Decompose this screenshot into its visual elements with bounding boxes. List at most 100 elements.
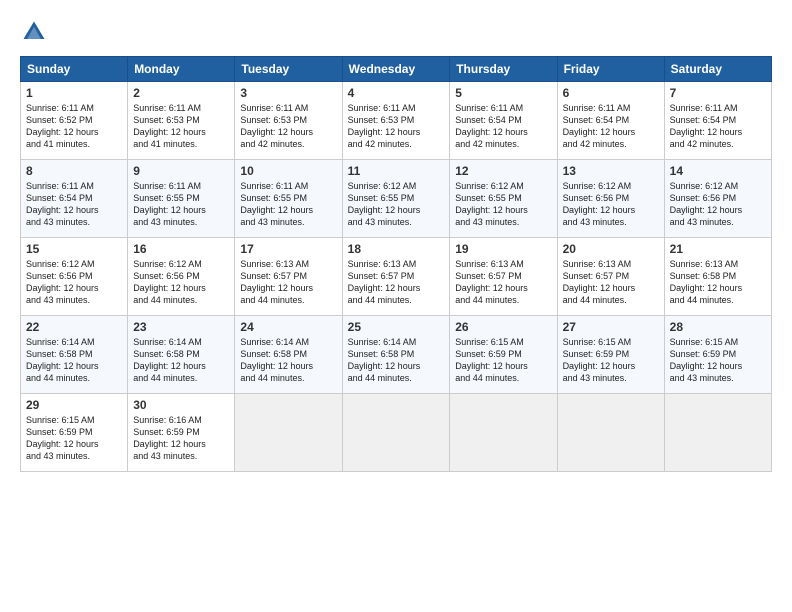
day-number: 22: [26, 320, 122, 334]
day-number: 8: [26, 164, 122, 178]
day-info: Sunrise: 6:11 AMSunset: 6:54 PMDaylight:…: [455, 102, 551, 151]
day-info: Sunrise: 6:13 AMSunset: 6:57 PMDaylight:…: [348, 258, 445, 307]
calendar-week-5: 29Sunrise: 6:15 AMSunset: 6:59 PMDayligh…: [21, 394, 772, 472]
calendar-cell: 27 Sunrise: 6:15 AMSunset: 6:59 PMDayligh…: [557, 316, 664, 394]
calendar-cell: 2 Sunrise: 6:11 AMSunset: 6:53 PMDaylight…: [128, 82, 235, 160]
day-number: 24: [240, 320, 336, 334]
day-number: 12: [455, 164, 551, 178]
calendar-cell: 30Sunrise: 6:16 AMSunset: 6:59 PMDayligh…: [128, 394, 235, 472]
day-info: Sunrise: 6:15 AMSunset: 6:59 PMDaylight:…: [455, 336, 551, 385]
day-number: 17: [240, 242, 336, 256]
day-number: 21: [670, 242, 766, 256]
day-number: 11: [348, 164, 445, 178]
calendar-cell: [235, 394, 342, 472]
calendar-cell: 10 Sunrise: 6:11 AMSunset: 6:55 PMDayligh…: [235, 160, 342, 238]
day-info: Sunrise: 6:14 AMSunset: 6:58 PMDaylight:…: [26, 336, 122, 385]
day-number: 7: [670, 86, 766, 100]
calendar-cell: 24 Sunrise: 6:14 AMSunset: 6:58 PMDayligh…: [235, 316, 342, 394]
day-header-saturday: Saturday: [664, 57, 771, 82]
day-number: 25: [348, 320, 445, 334]
day-info: Sunrise: 6:14 AMSunset: 6:58 PMDaylight:…: [240, 336, 336, 385]
header: [20, 18, 772, 46]
day-info: Sunrise: 6:13 AMSunset: 6:58 PMDaylight:…: [670, 258, 766, 307]
calendar-cell: 7 Sunrise: 6:11 AMSunset: 6:54 PMDaylight…: [664, 82, 771, 160]
calendar-cell: 12 Sunrise: 6:12 AMSunset: 6:55 PMDayligh…: [450, 160, 557, 238]
day-number: 5: [455, 86, 551, 100]
day-header-monday: Monday: [128, 57, 235, 82]
day-info: Sunrise: 6:12 AMSunset: 6:56 PMDaylight:…: [26, 258, 122, 307]
day-header-tuesday: Tuesday: [235, 57, 342, 82]
day-info: Sunrise: 6:12 AMSunset: 6:56 PMDaylight:…: [670, 180, 766, 229]
calendar-cell: [342, 394, 450, 472]
day-info: Sunrise: 6:12 AMSunset: 6:56 PMDaylight:…: [133, 258, 229, 307]
calendar-cell: 19Sunrise: 6:13 AMSunset: 6:57 PMDayligh…: [450, 238, 557, 316]
day-info: Sunrise: 6:11 AMSunset: 6:52 PMDaylight:…: [26, 102, 122, 151]
day-number: 13: [563, 164, 659, 178]
day-number: 23: [133, 320, 229, 334]
day-info: Sunrise: 6:11 AMSunset: 6:53 PMDaylight:…: [133, 102, 229, 151]
page: SundayMondayTuesdayWednesdayThursdayFrid…: [0, 0, 792, 612]
day-info: Sunrise: 6:15 AMSunset: 6:59 PMDaylight:…: [670, 336, 766, 385]
calendar-cell: 28Sunrise: 6:15 AMSunset: 6:59 PMDayligh…: [664, 316, 771, 394]
day-info: Sunrise: 6:12 AMSunset: 6:55 PMDaylight:…: [348, 180, 445, 229]
calendar-cell: 26 Sunrise: 6:15 AMSunset: 6:59 PMDayligh…: [450, 316, 557, 394]
day-number: 18: [348, 242, 445, 256]
calendar-cell: [450, 394, 557, 472]
calendar-week-2: 8 Sunrise: 6:11 AMSunset: 6:54 PMDaylight…: [21, 160, 772, 238]
logo-icon: [20, 18, 48, 46]
day-header-wednesday: Wednesday: [342, 57, 450, 82]
calendar-cell: 14 Sunrise: 6:12 AMSunset: 6:56 PMDayligh…: [664, 160, 771, 238]
day-info: Sunrise: 6:12 AMSunset: 6:56 PMDaylight:…: [563, 180, 659, 229]
day-info: Sunrise: 6:12 AMSunset: 6:55 PMDaylight:…: [455, 180, 551, 229]
day-number: 3: [240, 86, 336, 100]
calendar-cell: 4Sunrise: 6:11 AMSunset: 6:53 PMDaylight…: [342, 82, 450, 160]
calendar-cell: 11 Sunrise: 6:12 AMSunset: 6:55 PMDayligh…: [342, 160, 450, 238]
calendar-cell: [664, 394, 771, 472]
day-number: 27: [563, 320, 659, 334]
calendar-cell: 21 Sunrise: 6:13 AMSunset: 6:58 PMDayligh…: [664, 238, 771, 316]
day-number: 16: [133, 242, 229, 256]
calendar-cell: 17 Sunrise: 6:13 AMSunset: 6:57 PMDayligh…: [235, 238, 342, 316]
day-info: Sunrise: 6:13 AMSunset: 6:57 PMDaylight:…: [563, 258, 659, 307]
day-info: Sunrise: 6:11 AMSunset: 6:55 PMDaylight:…: [240, 180, 336, 229]
day-info: Sunrise: 6:15 AMSunset: 6:59 PMDaylight:…: [563, 336, 659, 385]
day-number: 26: [455, 320, 551, 334]
day-header-sunday: Sunday: [21, 57, 128, 82]
day-number: 20: [563, 242, 659, 256]
calendar: SundayMondayTuesdayWednesdayThursdayFrid…: [20, 56, 772, 472]
day-info: Sunrise: 6:14 AMSunset: 6:58 PMDaylight:…: [133, 336, 229, 385]
day-info: Sunrise: 6:14 AMSunset: 6:58 PMDaylight:…: [348, 336, 445, 385]
day-header-friday: Friday: [557, 57, 664, 82]
day-number: 1: [26, 86, 122, 100]
day-number: 2: [133, 86, 229, 100]
calendar-cell: 3 Sunrise: 6:11 AMSunset: 6:53 PMDaylight…: [235, 82, 342, 160]
day-info: Sunrise: 6:13 AMSunset: 6:57 PMDaylight:…: [240, 258, 336, 307]
calendar-cell: 13 Sunrise: 6:12 AMSunset: 6:56 PMDayligh…: [557, 160, 664, 238]
day-number: 9: [133, 164, 229, 178]
calendar-cell: 22 Sunrise: 6:14 AMSunset: 6:58 PMDayligh…: [21, 316, 128, 394]
day-number: 10: [240, 164, 336, 178]
calendar-week-4: 22 Sunrise: 6:14 AMSunset: 6:58 PMDayligh…: [21, 316, 772, 394]
calendar-cell: 6Sunrise: 6:11 AMSunset: 6:54 PMDaylight…: [557, 82, 664, 160]
day-info: Sunrise: 6:11 AMSunset: 6:55 PMDaylight:…: [133, 180, 229, 229]
day-info: Sunrise: 6:11 AMSunset: 6:54 PMDaylight:…: [670, 102, 766, 151]
calendar-week-3: 15 Sunrise: 6:12 AMSunset: 6:56 PMDayligh…: [21, 238, 772, 316]
day-number: 15: [26, 242, 122, 256]
calendar-cell: 16 Sunrise: 6:12 AMSunset: 6:56 PMDayligh…: [128, 238, 235, 316]
day-header-thursday: Thursday: [450, 57, 557, 82]
calendar-cell: 1 Sunrise: 6:11 AMSunset: 6:52 PMDaylight…: [21, 82, 128, 160]
day-info: Sunrise: 6:11 AMSunset: 6:54 PMDaylight:…: [26, 180, 122, 229]
calendar-cell: 25 Sunrise: 6:14 AMSunset: 6:58 PMDayligh…: [342, 316, 450, 394]
calendar-cell: 18 Sunrise: 6:13 AMSunset: 6:57 PMDayligh…: [342, 238, 450, 316]
day-info: Sunrise: 6:15 AMSunset: 6:59 PMDaylight:…: [26, 414, 122, 463]
calendar-cell: 15 Sunrise: 6:12 AMSunset: 6:56 PMDayligh…: [21, 238, 128, 316]
day-info: Sunrise: 6:11 AMSunset: 6:54 PMDaylight:…: [563, 102, 659, 151]
day-info: Sunrise: 6:11 AMSunset: 6:53 PMDaylight:…: [240, 102, 336, 151]
day-number: 14: [670, 164, 766, 178]
logo: [20, 18, 52, 46]
day-number: 19: [455, 242, 551, 256]
calendar-header-row: SundayMondayTuesdayWednesdayThursdayFrid…: [21, 57, 772, 82]
calendar-cell: 8 Sunrise: 6:11 AMSunset: 6:54 PMDaylight…: [21, 160, 128, 238]
calendar-cell: 20 Sunrise: 6:13 AMSunset: 6:57 PMDayligh…: [557, 238, 664, 316]
calendar-cell: 29Sunrise: 6:15 AMSunset: 6:59 PMDayligh…: [21, 394, 128, 472]
